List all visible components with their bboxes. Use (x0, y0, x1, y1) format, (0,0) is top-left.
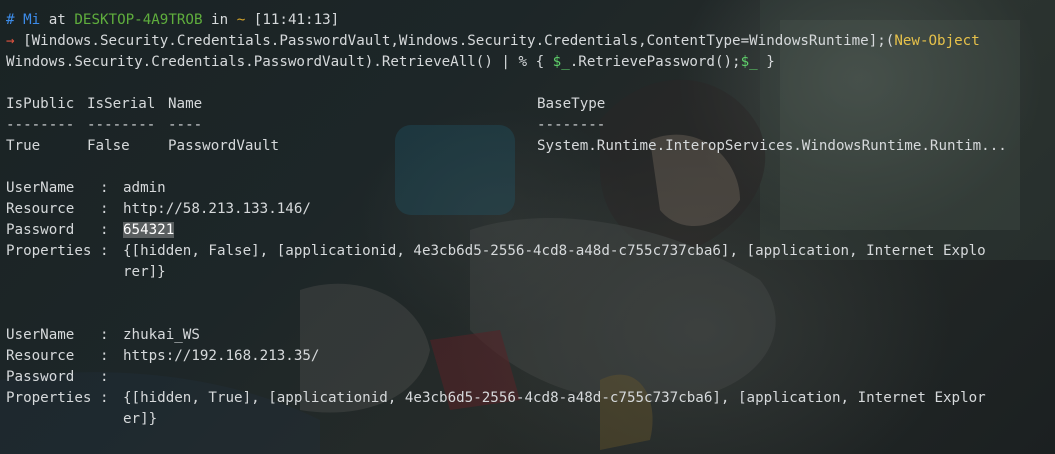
cell-basetype: System.Runtime.InteropServices.WindowsRu… (537, 138, 1007, 154)
underline-basetype: -------- (537, 117, 606, 133)
command-var-2: $_ (740, 54, 758, 70)
command-text-4: } (757, 54, 775, 70)
credential-properties-wrap: er]} (6, 409, 1055, 430)
type-table-header: IsPublic IsSerial Name BaseType (6, 94, 1055, 115)
password-value-selected[interactable]: 654321 (123, 222, 175, 238)
cell-ispublic: True (6, 138, 41, 154)
resource-label: Resource : (6, 348, 109, 364)
properties-value: {[hidden, False], [applicationid, 4e3cb6… (123, 243, 986, 259)
credential-resource-line: Resource : https://192.168.213.35/ (6, 346, 1055, 367)
type-table-underline: -------- -------- ---- -------- (6, 115, 1055, 136)
resource-value: https://192.168.213.35/ (123, 348, 320, 364)
properties-value-wrap: rer]} (123, 264, 166, 280)
header-basetype: BaseType (537, 96, 606, 112)
credential-username-line: UserName : admin (6, 178, 1055, 199)
underline-name: ---- (168, 117, 203, 133)
prompt-arrow-icon: → (6, 33, 15, 49)
prompt-user: Mi (23, 12, 41, 28)
header-isserial: IsSerial (87, 96, 156, 112)
prompt-line: # Mi at DESKTOP-4A9TROB in ~ [11:41:13] (6, 10, 1055, 31)
username-value: zhukai_WS (123, 327, 200, 343)
header-ispublic: IsPublic (6, 96, 75, 112)
properties-value-wrap: er]} (123, 411, 158, 427)
properties-value: {[hidden, True], [applicationid, 4e3cb6d… (123, 390, 986, 406)
credential-record: UserName : zhukai_WS Resource : https://19… (6, 325, 1055, 430)
prompt-at: at (48, 12, 66, 28)
command-text-1: [Windows.Security.Credentials.PasswordVa… (14, 33, 895, 49)
cell-name: PasswordVault (168, 138, 280, 154)
command-text-3: .RetrievePassword(); (569, 54, 741, 70)
credential-properties-line: Properties : {[hidden, True], [applicatio… (6, 388, 1055, 409)
credential-resource-line: Resource : http://58.213.133.146/ (6, 199, 1055, 220)
prompt-hash: # (6, 12, 15, 28)
underline-ispublic: -------- (6, 117, 75, 133)
prompt-host: DESKTOP-4A9TROB (74, 12, 203, 28)
credential-properties-line: Properties : {[hidden, False], [applicati… (6, 241, 1055, 262)
username-value: admin (123, 180, 166, 196)
credential-record: UserName : admin Resource : http://58.213.… (6, 178, 1055, 283)
underline-isserial: -------- (87, 117, 156, 133)
credential-properties-wrap: rer]} (6, 262, 1055, 283)
prompt-time: [11:41:13] (253, 12, 340, 28)
command-line-2[interactable]: Windows.Security.Credentials.PasswordVau… (6, 52, 1055, 73)
type-table-row: True False PasswordVault System.Runtime.… (6, 136, 1055, 157)
prompt-dir: ~ (236, 12, 246, 28)
properties-label: Properties : (6, 390, 109, 406)
command-line-1[interactable]: → [Windows.Security.Credentials.Password… (6, 31, 1055, 52)
password-label: Password : (6, 369, 109, 385)
prompt-in: in (211, 12, 229, 28)
command-text-2: Windows.Security.Credentials.PasswordVau… (6, 54, 553, 70)
cell-isserial: False (87, 138, 130, 154)
terminal-window[interactable]: # Mi at DESKTOP-4A9TROB in ~ [11:41:13] … (0, 0, 1055, 454)
credential-username-line: UserName : zhukai_WS (6, 325, 1055, 346)
username-label: UserName : (6, 327, 109, 343)
command-cmdlet: New-Object (894, 33, 980, 49)
credential-password-line: Password :654321 (6, 220, 1055, 241)
resource-value: http://58.213.133.146/ (123, 201, 311, 217)
command-var-1: $_ (552, 54, 570, 70)
credential-password-line: Password : (6, 367, 1055, 388)
header-name: Name (168, 96, 203, 112)
